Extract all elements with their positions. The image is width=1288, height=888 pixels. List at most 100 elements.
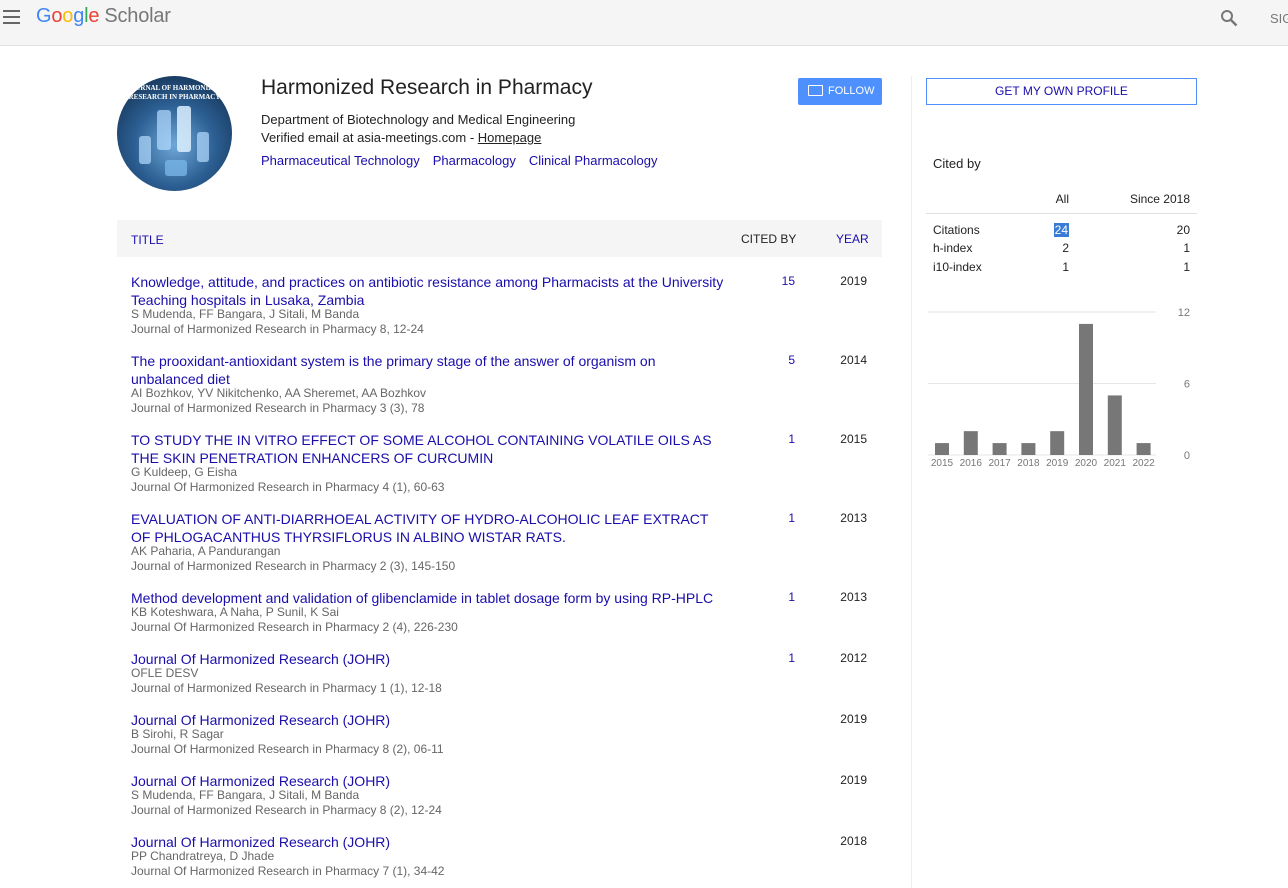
publication-row: Journal Of Harmonized Research (JOHR) B S… — [117, 696, 882, 757]
x-tick-label: 2016 — [960, 458, 983, 469]
publication-title[interactable]: TO STUDY THE IN VITRO EFFECT OF SOME ALC… — [131, 431, 731, 467]
follow-label: FOLLOW — [828, 85, 875, 97]
publication-title[interactable]: EVALUATION OF ANTI-DIARRHOEAL ACTIVITY O… — [131, 510, 731, 546]
publication-authors: AI Bozhkov, YV Nikitchenko, AA Sheremet,… — [131, 386, 427, 400]
publication-row: Method development and validation of gli… — [117, 574, 882, 635]
x-tick-label: 2018 — [1017, 458, 1040, 469]
publication-year: 2013 — [840, 511, 867, 525]
publication-authors: B Sirohi, R Sagar — [131, 727, 224, 741]
y-tick-label: 12 — [1178, 307, 1190, 319]
publication-row: EVALUATION OF ANTI-DIARRHOEAL ACTIVITY O… — [117, 495, 882, 574]
publication-row: Journal Of Harmonized Research (JOHR) OFL… — [117, 635, 882, 696]
metric-all: 2 — [1062, 241, 1069, 255]
chart-bar[interactable] — [1021, 443, 1036, 455]
metric-since: 1 — [1183, 241, 1190, 255]
sign-in-link[interactable]: SIG — [1270, 11, 1288, 26]
chart-bar[interactable] — [1136, 443, 1151, 455]
metric-label: i10-index — [933, 260, 982, 274]
x-tick-label: 2019 — [1046, 458, 1069, 469]
sort-by-year[interactable]: YEAR — [836, 232, 869, 246]
publication-venue: Journal of Harmonized Research in Pharma… — [131, 803, 442, 817]
sort-by-cited[interactable]: CITED BY — [741, 232, 796, 246]
avatar-logo-text: JOURNAL OF HARMONIZED RESEARCH IN PHARMA… — [126, 84, 223, 101]
x-tick-label: 2021 — [1104, 458, 1127, 469]
chart-bar[interactable] — [1079, 323, 1093, 455]
publication-venue: Journal Of Harmonized Research in Pharma… — [131, 864, 445, 878]
citations-per-year-chart: 0 6 12 2015 2016 2017 2018 2019 2020 2021 2022 — [928, 307, 1190, 469]
cited-by-count[interactable]: 1 — [737, 590, 795, 604]
publication-row: Journal Of Harmonized Research (JOHR) PP … — [117, 818, 882, 879]
google-scholar-logo[interactable]: Google Scholar — [36, 5, 171, 28]
metric-all: 1 — [1062, 260, 1069, 274]
metric-label: h-index — [933, 241, 973, 255]
x-tick-label: 2020 — [1075, 458, 1098, 469]
publication-year: 2019 — [840, 274, 867, 288]
y-tick-label: 0 — [1184, 450, 1190, 462]
publication-year: 2018 — [840, 834, 867, 848]
publication-authors: PP Chandratreya, D Jhade — [131, 849, 275, 863]
publication-row: Knowledge, attitude, and practices on an… — [117, 258, 882, 337]
publication-authors: OFLE DESV — [131, 666, 199, 680]
cited-by-count[interactable]: 1 — [737, 432, 795, 446]
publication-row: The prooxidant-antioxidant system is the… — [117, 337, 882, 416]
publication-authors: G Kuldeep, G Eisha — [131, 465, 238, 479]
publication-row: Journal Of Harmonized Research (JOHR) S M… — [117, 757, 882, 818]
metric-since: 1 — [1183, 260, 1190, 274]
publication-venue: Journal Of Harmonized Research in Pharma… — [131, 742, 444, 756]
mail-icon — [808, 85, 823, 96]
publication-title[interactable]: Knowledge, attitude, and practices on an… — [131, 273, 731, 309]
publication-title[interactable]: Journal Of Harmonized Research (JOHR) — [131, 650, 731, 668]
x-tick-label: 2015 — [931, 458, 954, 469]
y-tick-label: 6 — [1184, 379, 1190, 391]
x-tick-label: 2022 — [1132, 458, 1155, 469]
profile-email: Verified email at asia-meetings.com - Ho… — [261, 130, 541, 145]
profile-avatar: JOURNAL OF HARMONIZED RESEARCH IN PHARMA… — [117, 76, 232, 191]
publication-authors: S Mudenda, FF Bangara, J Sitali, M Banda — [131, 307, 360, 321]
x-tick-label: 2017 — [988, 458, 1011, 469]
col-all: All — [1055, 192, 1069, 206]
cited-by-count[interactable]: 5 — [737, 353, 795, 367]
logo-letter: e — [88, 5, 100, 27]
publication-year: 2019 — [840, 712, 867, 726]
search-icon[interactable] — [1220, 9, 1238, 27]
publication-venue: Journal Of Harmonized Research in Pharma… — [131, 480, 445, 494]
publication-year: 2013 — [840, 590, 867, 604]
metric-all: 24 — [1036, 223, 1069, 237]
cited-by-count[interactable]: 1 — [737, 651, 795, 665]
cited-by-count[interactable]: 1 — [737, 511, 795, 525]
column-divider — [911, 76, 912, 888]
publication-year: 2019 — [840, 773, 867, 787]
publication-venue: Journal of Harmonized Research in Pharma… — [131, 681, 442, 695]
publication-year: 2012 — [840, 651, 867, 665]
top-bar: Google Scholar SIG — [0, 0, 1288, 46]
interest-link[interactable]: Pharmaceutical Technology — [261, 153, 420, 168]
h-index-row: h-index 2 1 — [926, 239, 1197, 257]
sort-by-title[interactable]: TITLE — [131, 233, 164, 247]
interest-link[interactable]: Clinical Pharmacology — [529, 153, 658, 168]
publication-venue: Journal Of Harmonized Research in Pharma… — [131, 620, 458, 634]
metric-since: 20 — [1176, 223, 1190, 237]
get-my-own-profile-button[interactable]: GET MY OWN PROFILE — [926, 78, 1197, 105]
publication-title[interactable]: The prooxidant-antioxidant system is the… — [131, 352, 731, 388]
follow-button[interactable]: FOLLOW — [798, 78, 882, 105]
logo-letter: g — [73, 5, 85, 27]
menu-icon[interactable] — [3, 10, 21, 24]
table-header: TITLE CITED BY YEAR — [117, 220, 882, 257]
cited-by-heading: Cited by — [933, 156, 981, 171]
chart-bar[interactable] — [963, 431, 978, 455]
metric-all-value: 24 — [1053, 223, 1069, 237]
profile-name: Harmonized Research in Pharmacy — [261, 76, 593, 99]
logo-letter: o — [62, 5, 74, 27]
chart-bar[interactable] — [1107, 395, 1122, 455]
chart-bar[interactable] — [935, 443, 949, 455]
chart-bar[interactable] — [1050, 431, 1065, 455]
profile-affiliation: Department of Biotechnology and Medical … — [261, 112, 576, 127]
i10-index-row: i10-index 1 1 — [926, 258, 1197, 276]
cited-by-header: All Since 2018 — [926, 185, 1197, 214]
metric-label: Citations — [933, 223, 980, 237]
chart-bar[interactable] — [992, 443, 1007, 455]
interest-link[interactable]: Pharmacology — [433, 153, 516, 168]
cited-by-count[interactable]: 15 — [737, 274, 795, 288]
publication-row: TO STUDY THE IN VITRO EFFECT OF SOME ALC… — [117, 416, 882, 495]
homepage-link[interactable]: Homepage — [478, 130, 542, 145]
